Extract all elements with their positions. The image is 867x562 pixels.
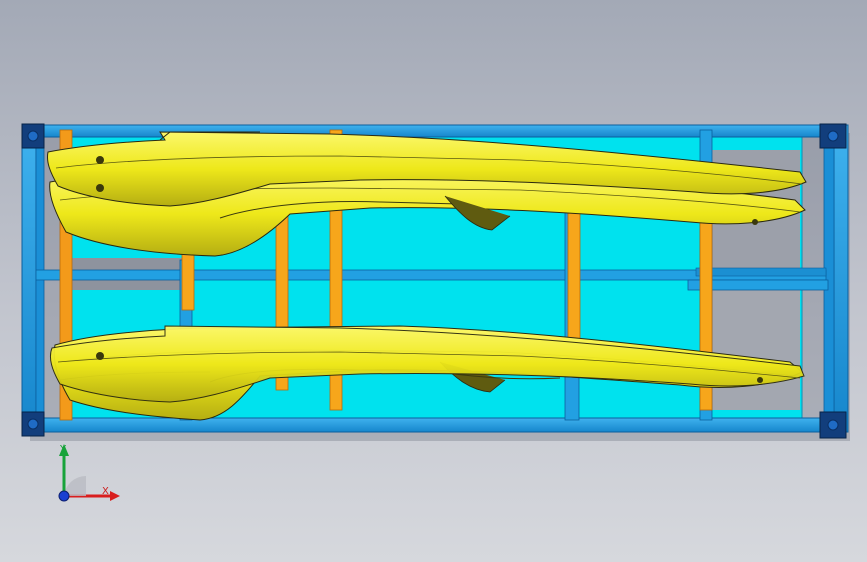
fixture-assembly-model[interactable] [0, 0, 867, 562]
cad-graphics-viewport[interactable]: Y X [0, 0, 867, 562]
view-orientation-triad [58, 444, 120, 502]
x-axis-label: X [102, 486, 109, 497]
plate-opening-right-lower [700, 290, 800, 410]
y-axis-label: Y [60, 444, 67, 455]
z-axis-origin-icon [58, 490, 70, 502]
